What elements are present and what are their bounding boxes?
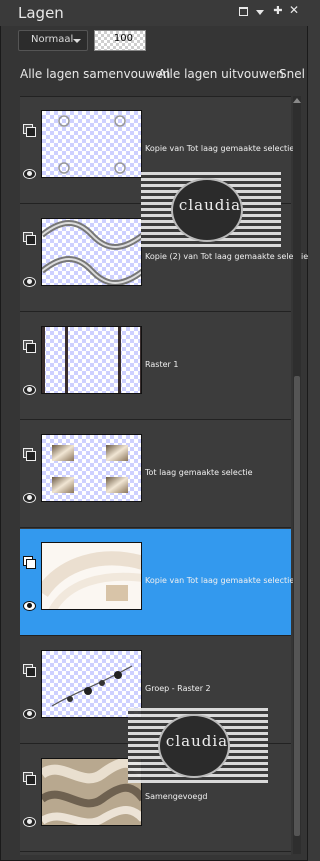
layer-name: Raster 1 bbox=[145, 360, 179, 369]
layer-stack-icon[interactable] bbox=[23, 340, 36, 353]
layer-stack-icon[interactable] bbox=[23, 772, 36, 785]
eye-icon[interactable] bbox=[23, 385, 36, 395]
expand-all-layers-button[interactable]: Alle lagen uitvouwen bbox=[158, 67, 284, 81]
opacity-value: 100 bbox=[113, 33, 133, 44]
layer-row[interactable]: Tot laag gemaakte selectie bbox=[20, 421, 291, 528]
layer-stack-icon[interactable] bbox=[23, 556, 36, 569]
layer-name: Kopie van Tot laag gemaakte selectie bbox=[145, 144, 295, 153]
layer-row-selected[interactable]: Kopie van Tot laag gemaakte selectie bbox=[20, 529, 295, 636]
layer-stack-icon[interactable] bbox=[23, 232, 36, 245]
eye-icon[interactable] bbox=[23, 277, 36, 287]
scroll-up-icon[interactable] bbox=[293, 98, 301, 103]
eye-icon[interactable] bbox=[23, 493, 36, 503]
quick-button[interactable]: Snel bbox=[279, 67, 305, 81]
eye-icon[interactable] bbox=[23, 709, 36, 719]
layer-thumbnail bbox=[41, 542, 142, 610]
scrollbar-thumb[interactable] bbox=[294, 376, 300, 836]
eye-icon[interactable] bbox=[23, 169, 36, 179]
opacity-input[interactable]: 100 bbox=[94, 30, 146, 51]
eye-icon[interactable] bbox=[23, 817, 36, 827]
layer-name: Kopie van Tot laag gemaakte selectie bbox=[145, 576, 295, 585]
layer-thumbnail bbox=[41, 758, 142, 826]
layer-stack-icon[interactable] bbox=[23, 664, 36, 677]
layer-stack-icon[interactable] bbox=[23, 448, 36, 461]
layer-thumbnail bbox=[41, 434, 142, 502]
layer-name: Tot laag gemaakte selectie bbox=[145, 468, 253, 477]
watermark-logo: claudia bbox=[128, 708, 268, 783]
collapse-all-layers-button[interactable]: Alle lagen samenvouwen bbox=[20, 67, 170, 81]
watermark-text: claudia bbox=[165, 732, 229, 750]
layer-thumbnail bbox=[41, 110, 142, 178]
close-icon[interactable]: ✕ bbox=[289, 4, 299, 16]
layer-thumbnail bbox=[41, 326, 142, 394]
scrollbar[interactable] bbox=[293, 96, 301, 854]
layer-actions-bar: Alle lagen samenvouwen Alle lagen uitvou… bbox=[0, 60, 308, 88]
panel-title: Lagen bbox=[18, 4, 64, 22]
pin-icon[interactable]: ✚ bbox=[273, 5, 283, 16]
watermark-logo: claudia bbox=[141, 172, 281, 247]
eye-icon[interactable] bbox=[23, 601, 36, 611]
layer-name: Kopie (2) van Tot laag gemaakte selectie bbox=[145, 252, 309, 261]
watermark-text: claudia bbox=[178, 196, 242, 214]
layer-name: Samengevoegd bbox=[145, 792, 208, 801]
layer-name: Groep - Raster 2 bbox=[145, 684, 211, 693]
layer-row[interactable]: Raster 1 bbox=[20, 313, 291, 420]
layer-stack-icon[interactable] bbox=[23, 124, 36, 137]
blend-mode-value: Normaal bbox=[31, 34, 74, 45]
dropdown-arrow-icon[interactable] bbox=[256, 10, 264, 15]
maximize-icon[interactable] bbox=[239, 7, 248, 16]
panel-titlebar: Lagen ✚ ✕ bbox=[0, 0, 308, 26]
blend-mode-select[interactable]: Normaal bbox=[18, 30, 88, 51]
layer-thumbnail bbox=[41, 218, 142, 286]
chevron-down-icon bbox=[73, 39, 81, 43]
layer-thumbnail bbox=[41, 650, 142, 718]
